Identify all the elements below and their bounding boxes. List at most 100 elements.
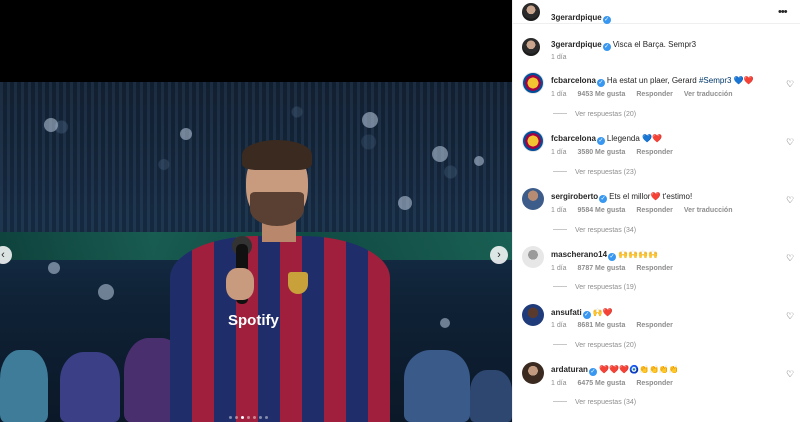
- replies-line: [553, 344, 567, 345]
- reply-button[interactable]: Responder: [636, 149, 673, 156]
- replies-line: [553, 286, 567, 287]
- comment-username[interactable]: fcbarcelona: [551, 76, 596, 85]
- comment-meta: 1 día 6475 Me gusta Responder: [551, 380, 682, 387]
- more-horizontal-icon[interactable]: •••: [778, 6, 788, 18]
- post-photo[interactable]: Spotify ‹ ›: [0, 0, 512, 422]
- verified-icon: ✓: [596, 137, 605, 145]
- comment-avatar[interactable]: [522, 246, 544, 268]
- club-crest: [288, 272, 308, 294]
- comment-avatar[interactable]: [522, 362, 544, 384]
- like-heart-icon[interactable]: ♡: [785, 253, 795, 263]
- confetti: [474, 156, 484, 166]
- reply-button[interactable]: Responder: [636, 207, 673, 214]
- confetti: [362, 112, 378, 128]
- caption-text: Visca el Barça. Sempr3: [612, 40, 697, 49]
- comment-meta: 1 día 8787 Me gusta Responder: [551, 265, 682, 272]
- view-replies-button[interactable]: Ver respuestas (20): [553, 111, 636, 118]
- background-player: [470, 370, 512, 422]
- confetti: [98, 284, 114, 300]
- comment-time: 1 día: [551, 149, 567, 156]
- comment-text-row: mascherano14 ✓ 🙌🙌🙌🙌: [551, 250, 658, 261]
- verified-icon: ✓: [599, 195, 608, 203]
- comment-text-row: ardaturan ✓ ❤️❤️❤️🧿👏👏👏👏: [551, 365, 679, 376]
- translate-button[interactable]: Ver traducción: [684, 207, 733, 214]
- comment-text: Llegenda: [606, 134, 640, 143]
- like-heart-icon[interactable]: ♡: [785, 369, 795, 379]
- comment-username[interactable]: fcbarcelona: [551, 134, 596, 143]
- comment-time: 1 día: [551, 207, 567, 214]
- prev-photo-icon[interactable]: ‹: [0, 246, 12, 264]
- comment-time: 1 día: [551, 322, 567, 329]
- comment-likes[interactable]: 9453 Me gusta: [578, 91, 626, 98]
- verified-icon: ✓: [582, 311, 591, 319]
- comment-emojis: ❤️: [650, 192, 661, 201]
- comment-text-after: t'estimo!: [662, 192, 693, 201]
- comment-emojis: 🙌❤️: [592, 308, 613, 317]
- comment-username[interactable]: mascherano14: [551, 250, 607, 259]
- background-player: [60, 352, 120, 422]
- verified-icon: ✓: [588, 368, 597, 376]
- replies-line: [553, 401, 567, 402]
- view-replies-label: Ver respuestas (34): [575, 227, 637, 234]
- verified-icon: ✓: [602, 16, 611, 24]
- confetti: [398, 196, 412, 210]
- like-heart-icon[interactable]: ♡: [785, 79, 795, 89]
- view-replies-button[interactable]: Ver respuestas (23): [553, 169, 636, 176]
- reply-button[interactable]: Responder: [636, 322, 673, 329]
- comment-hashtag[interactable]: #Sempr3: [699, 76, 731, 85]
- comment-username[interactable]: sergiroberto: [551, 192, 598, 201]
- comment-username[interactable]: ansufati: [551, 308, 582, 317]
- comment-avatar[interactable]: [522, 304, 544, 326]
- comment-text: Ets el millor: [609, 192, 651, 201]
- translate-button[interactable]: Ver traducción: [684, 91, 733, 98]
- caption-text-row: 3gerardpique ✓ Visca el Barça. Sempr3: [551, 40, 696, 51]
- comment-text-row: fcbarcelona ✓ Ha estat un plaer, Gerard #S…: [551, 76, 754, 87]
- comment-time: 1 día: [551, 91, 567, 98]
- confetti: [432, 146, 448, 162]
- comment-avatar[interactable]: [522, 188, 544, 210]
- comments-panel: 3gerardpique ✓ ••• 3gerardpique ✓ Visca el …: [512, 0, 800, 422]
- like-heart-icon[interactable]: ♡: [785, 137, 795, 147]
- comment-likes[interactable]: 9584 Me gusta: [578, 207, 626, 214]
- comment-username[interactable]: ardaturan: [551, 365, 588, 374]
- player-hair: [242, 140, 312, 170]
- comment-meta: 1 día 3580 Me gusta Responder: [551, 149, 682, 156]
- comment-likes[interactable]: 6475 Me gusta: [578, 380, 626, 387]
- comment-emojis: 🙌🙌🙌🙌: [618, 250, 659, 259]
- carousel-dot-active: [241, 416, 244, 419]
- author-username[interactable]: 3gerardpique: [551, 13, 602, 22]
- comment-avatar[interactable]: [522, 130, 544, 152]
- caption-avatar[interactable]: [522, 38, 540, 56]
- like-heart-icon[interactable]: ♡: [785, 195, 795, 205]
- carousel-dot: [253, 416, 256, 419]
- view-replies-label: Ver respuestas (20): [575, 342, 637, 349]
- confetti: [48, 262, 60, 274]
- view-replies-button[interactable]: Ver respuestas (19): [553, 284, 636, 291]
- comment-likes[interactable]: 8787 Me gusta: [578, 265, 626, 272]
- reply-button[interactable]: Responder: [636, 265, 673, 272]
- reply-button[interactable]: Responder: [636, 380, 673, 387]
- author-avatar[interactable]: [522, 3, 540, 21]
- carousel-dot: [229, 416, 232, 419]
- view-replies-button[interactable]: Ver respuestas (34): [553, 227, 636, 234]
- caption-username[interactable]: 3gerardpique: [551, 40, 602, 49]
- comment-emojis: 💙❤️: [733, 76, 754, 85]
- carousel-dots: [229, 416, 268, 419]
- replies-line: [553, 113, 567, 114]
- comment-meta: 1 día 9453 Me gusta Responder Ver traduc…: [551, 91, 742, 98]
- comment-likes[interactable]: 3580 Me gusta: [578, 149, 626, 156]
- carousel-dot: [265, 416, 268, 419]
- comment-likes[interactable]: 8681 Me gusta: [578, 322, 626, 329]
- comment-avatar[interactable]: [522, 72, 544, 94]
- view-replies-button[interactable]: Ver respuestas (20): [553, 342, 636, 349]
- comment-time: 1 día: [551, 380, 567, 387]
- view-replies-label: Ver respuestas (19): [575, 284, 637, 291]
- header-user: 3gerardpique ✓: [551, 7, 611, 25]
- reply-button[interactable]: Responder: [636, 91, 673, 98]
- background-player: [0, 350, 48, 422]
- barca-shirt: [170, 236, 390, 422]
- view-replies-label: Ver respuestas (23): [575, 169, 637, 176]
- like-heart-icon[interactable]: ♡: [785, 311, 795, 321]
- view-replies-button[interactable]: Ver respuestas (34): [553, 399, 636, 406]
- next-photo-icon[interactable]: ›: [490, 246, 508, 264]
